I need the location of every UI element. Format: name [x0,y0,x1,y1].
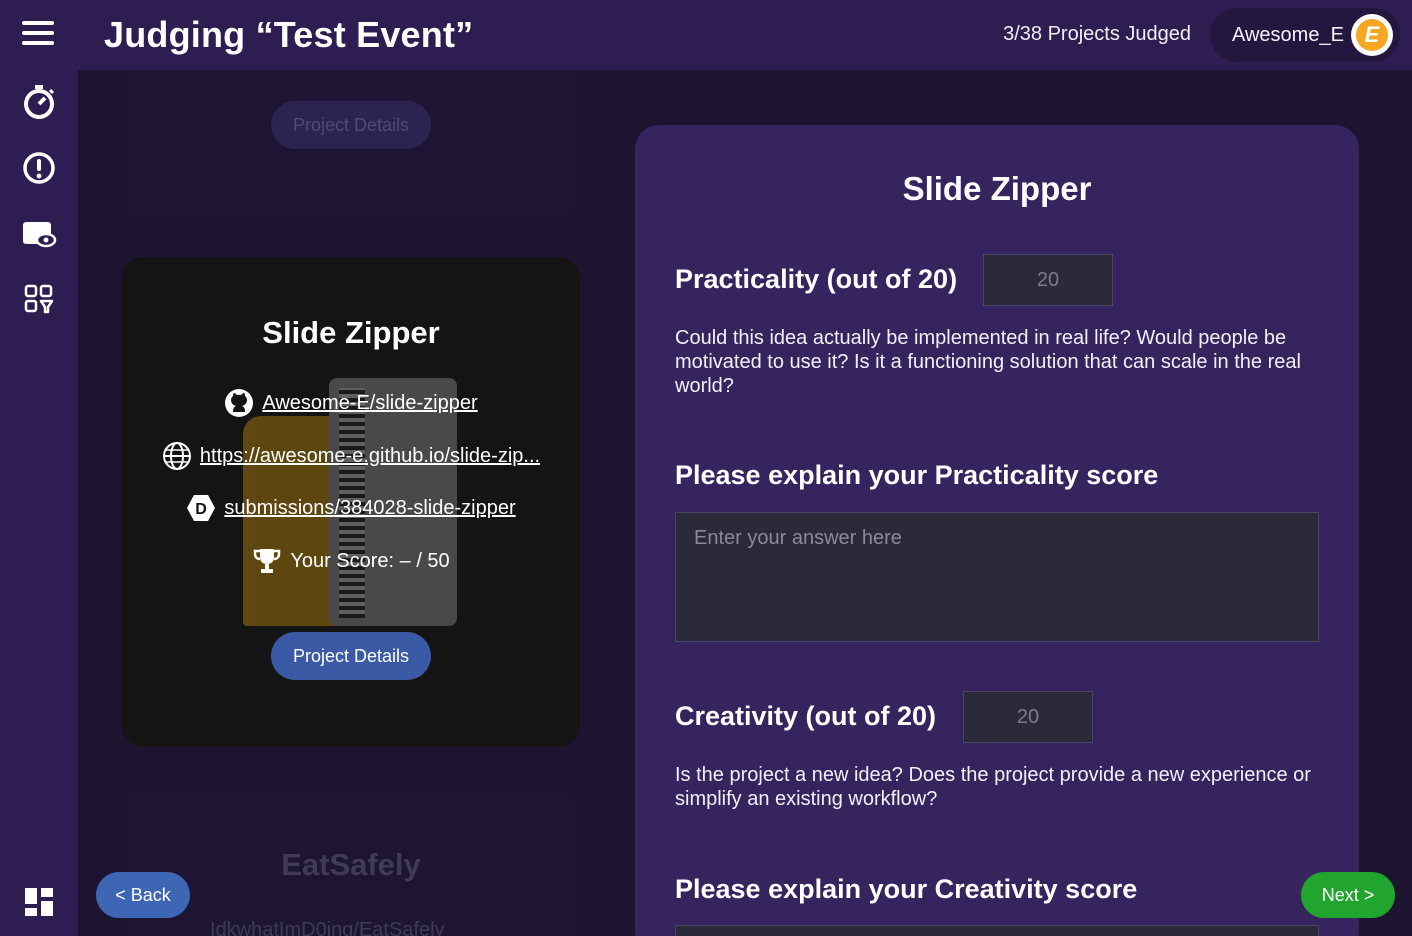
creativity-label: Creativity (out of 20) [675,701,937,731]
creativity-score-input[interactable]: 20 [963,691,1093,743]
devpost-link[interactable]: submissions/384028-slide-zipper [224,497,515,520]
monitor-eye-icon[interactable] [20,216,58,254]
practicality-explain-textarea[interactable]: Enter your answer here [675,512,1319,642]
practicality-label: Practicality (out of 20) [675,264,958,294]
github-icon [224,388,254,418]
top-bar: Judging “Test Event” 3/38 Projects Judge… [0,0,1412,70]
judged-progress: 3/38 Projects Judged [1003,23,1191,45]
next-project-title: EatSafely [281,847,421,882]
website-link[interactable]: https://awesome-e.github.io/slide-zip... [200,445,540,468]
project-details-button[interactable]: Project Details [271,632,431,680]
creativity-description: Is the project a new idea? Does the proj… [675,764,1311,810]
practicality-score-input[interactable]: 20 [983,254,1113,306]
creativity-explain-textarea[interactable] [675,925,1319,936]
judging-panel: Slide Zipper Practicality (out of 20) 20… [635,125,1359,936]
project-details-button-previous[interactable]: Project Details [271,101,431,149]
avatar-letter: E [1356,19,1388,51]
judging-project-title: Slide Zipper [902,170,1092,207]
page-title: Judging “Test Event” [104,14,474,55]
globe-icon [162,441,192,471]
website-link-row: https://awesome-e.github.io/slide-zip... [122,441,580,471]
menu-icon[interactable] [22,21,54,49]
sidebar [0,70,78,936]
user-name: Awesome_E [1232,23,1344,46]
project-title: Slide Zipper [262,315,440,350]
github-link[interactable]: Awesome-E/slide-zipper [262,392,477,415]
creativity-explain-label: Please explain your Creativity score [675,874,1138,904]
practicality-explain-label: Please explain your Practicality score [675,460,1159,490]
your-score: Your Score: – / 50 [290,549,450,572]
score-row: Your Score: – / 50 [122,546,580,576]
devpost-icon: D [186,493,216,523]
project-card-current: Slide Zipper Awesome-E/slide-zipper http… [122,257,580,747]
project-card-previous: Project Details [122,70,580,217]
next-project-github-link[interactable]: IdkwhatImD0ing/EatSafely [210,919,445,936]
trophy-icon [252,546,282,576]
next-button[interactable]: Next > [1301,872,1395,918]
apps-filter-icon[interactable] [20,280,58,318]
stopwatch-icon[interactable] [20,83,58,121]
project-card-next: EatSafely IdkwhatImD0ing/EatSafely [122,789,580,936]
avatar: E [1351,14,1393,56]
github-link-row: Awesome-E/slide-zipper [122,388,580,418]
alert-icon[interactable] [20,149,58,187]
svg-text:D: D [196,501,208,518]
user-menu[interactable]: Awesome_E E [1210,8,1400,62]
back-button[interactable]: < Back [96,872,190,918]
practicality-description: Could this idea actually be implemented … [675,327,1301,397]
dashboard-icon[interactable] [20,883,58,921]
devpost-link-row: D submissions/384028-slide-zipper [122,493,580,523]
